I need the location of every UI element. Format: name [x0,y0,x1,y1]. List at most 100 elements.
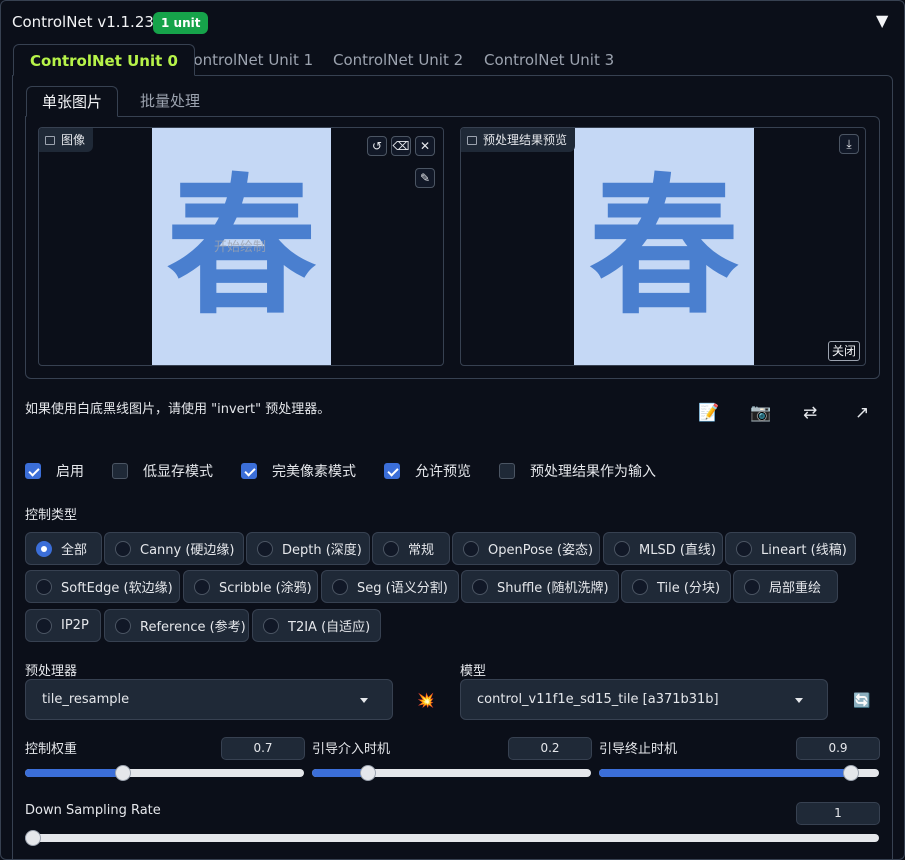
radio-icon[interactable] [744,578,760,595]
chevron-down-icon [360,698,368,703]
radio-label: Canny (硬边缘) [140,543,235,558]
control-type-shuffle[interactable]: Shuffle (随机洗牌) [461,570,619,603]
control-type-reference[interactable]: Reference (参考) [104,609,249,642]
preprocessor-select[interactable]: tile_resample [25,679,393,720]
start-drawing-label: 开始绘制 [214,240,267,255]
radio-label: IP2P [61,618,89,633]
control-type-lineart[interactable]: Lineart (线稿) [725,532,856,565]
close-preview-button[interactable]: 关闭 [828,341,861,361]
slider-thumb[interactable] [359,765,376,781]
undo-icon[interactable]: ↺ [367,136,387,156]
control-type-inpaint[interactable]: 局部重绘 [733,570,838,603]
radio-label: Seg (语义分割) [357,581,448,596]
control-type-ip2p[interactable]: IP2P [25,609,101,642]
swap-icon[interactable]: ⇄ [803,403,817,423]
radio-label: T2IA (自适应) [288,620,371,635]
slider-fill [25,769,123,777]
control-type-depth[interactable]: Depth (深度) [246,532,370,565]
radio-icon[interactable] [632,578,648,595]
radio-icon[interactable] [36,540,52,557]
checkbox-low-vram[interactable]: 低显存模式 [112,461,213,481]
control-weight-label: 控制权重 [25,742,78,757]
radio-icon[interactable] [194,578,210,595]
guidance-end-slider[interactable] [599,765,879,781]
tab-batch[interactable]: 批量处理 [125,86,215,117]
refresh-models-icon[interactable]: 🔄 [853,693,870,709]
tab-unit-0[interactable]: ControlNet Unit 0 [13,44,195,76]
checkbox-label: 启用 [56,464,84,480]
notes-icon[interactable]: 📝 [698,403,719,423]
radio-label: SoftEdge (软边缘) [61,581,173,596]
radio-label: 局部重绘 [769,581,822,596]
control-type-seg[interactable]: Seg (语义分割) [321,570,459,603]
radio-icon[interactable] [472,578,488,595]
radio-icon[interactable] [36,617,52,634]
tab-single-image[interactable]: 单张图片 [26,86,119,117]
eraser-icon[interactable]: ⌫ [391,136,411,156]
radio-icon[interactable] [463,540,479,557]
input-image-label-text: 图像 [61,133,86,147]
send-size-icon[interactable]: ↗ [855,403,869,423]
guidance-end-label: 引导终止时机 [599,742,678,757]
collapse-arrow-icon[interactable]: ▼ [876,11,888,30]
guidance-start-slider[interactable] [312,765,591,781]
radio-icon[interactable] [614,540,630,557]
control-type-normal[interactable]: 常规 [372,532,450,565]
radio-label: Lineart (线稿) [761,543,847,558]
preprocessor-value: tile_resample [42,692,130,707]
control-type-scribble[interactable]: Scribble (涂鸦) [183,570,318,603]
checkbox-icon[interactable] [112,463,128,479]
checkbox-icon[interactable] [25,463,41,479]
input-image-label: 图像 [39,128,94,152]
radio-icon[interactable] [257,540,273,557]
radio-label: Tile (分块) [657,581,721,596]
preview-image-canvas: 春 [574,128,754,365]
run-preprocessor-icon[interactable]: 💥 [417,693,434,709]
clear-icon[interactable]: ✕ [415,136,435,156]
checkbox-icon[interactable] [241,463,257,479]
checkbox-icon[interactable] [499,463,515,479]
model-value: control_v11f1e_sd15_tile [a371b31b] [477,692,719,707]
slider-thumb[interactable] [25,830,41,846]
control-type-openpose[interactable]: OpenPose (姿态) [452,532,600,565]
radio-icon[interactable] [36,578,52,595]
radio-label: Scribble (涂鸦) [219,581,312,596]
radio-icon[interactable] [383,540,399,557]
control-weight-slider[interactable] [25,765,304,781]
checkbox-allow-preview[interactable]: 允许预览 [384,461,471,481]
checkbox-preprocessor-as-input[interactable]: 预处理结果作为输入 [499,461,656,481]
control-type-all[interactable]: 全部 [25,532,102,565]
guidance-end-input[interactable]: 0.9 [796,737,880,760]
tab-unit-2[interactable]: ControlNet Unit 2 [317,44,479,76]
model-select[interactable]: control_v11f1e_sd15_tile [a371b31b] [460,679,828,720]
control-type-canny[interactable]: Canny (硬边缘) [104,532,244,565]
control-type-tile[interactable]: Tile (分块) [621,570,731,603]
slider-thumb[interactable] [114,765,131,781]
down-sampling-input[interactable]: 1 [796,802,880,825]
radio-icon[interactable] [332,578,348,595]
checkbox-pixel-perfect[interactable]: 完美像素模式 [241,461,356,481]
image-icon [45,135,55,145]
radio-icon[interactable] [115,540,131,557]
control-weight-input[interactable]: 0.7 [221,737,305,760]
radio-label: Shuffle (随机洗牌) [497,581,609,596]
checkbox-enable[interactable]: 启用 [25,461,84,481]
camera-icon[interactable]: 📷 [750,403,771,423]
control-type-softedge[interactable]: SoftEdge (软边缘) [25,570,180,603]
guidance-start-input[interactable]: 0.2 [508,737,592,760]
down-sampling-slider[interactable] [25,830,879,846]
input-image-box[interactable]: 春 开始绘制 图像 ↺ ⌫ ✕ ✎ [38,127,444,366]
control-type-mlsd[interactable]: MLSD (直线) [603,532,723,565]
control-type-t2ia[interactable]: T2IA (自适应) [252,609,381,642]
radio-icon[interactable] [736,540,752,557]
checkbox-icon[interactable] [384,463,400,479]
tab-unit-3[interactable]: ControlNet Unit 3 [468,44,630,76]
down-sampling-label: Down Sampling Rate [25,803,161,818]
checkbox-label: 允许预览 [415,464,471,480]
brush-icon[interactable]: ✎ [415,168,435,188]
download-icon[interactable]: ⤓ [839,134,859,154]
radio-icon[interactable] [263,617,279,634]
slider-fill [599,769,851,777]
slider-thumb[interactable] [843,765,859,781]
radio-icon[interactable] [115,617,131,634]
